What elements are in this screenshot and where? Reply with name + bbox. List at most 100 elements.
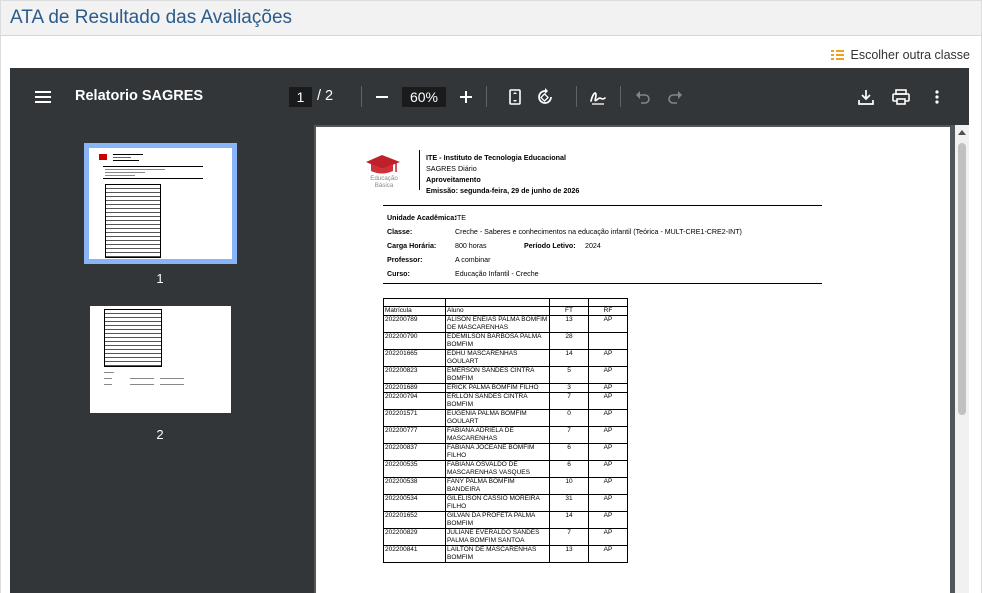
choose-class-label: Escolher outra classe: [850, 48, 970, 62]
list-icon: [831, 50, 845, 60]
download-button[interactable]: [855, 86, 877, 108]
table-row: 202200837 FABIANA JOCEANE BOMFIM FILHO 6 AP: [383, 443, 628, 461]
cell-rf: AP: [588, 315, 628, 333]
annotate-button[interactable]: [587, 86, 609, 108]
cell-matricula: 202200790: [383, 332, 446, 350]
zoom-in-button[interactable]: [456, 86, 476, 108]
cell-matricula: 202201652: [383, 511, 446, 529]
table-spacer-row: [383, 298, 628, 307]
cell-rf: AP: [588, 366, 628, 384]
table-row: 202200777 FABIANA ADRIELA DE MASCARENHAS 7…: [383, 426, 628, 444]
period-label: Período Letivo:: [524, 242, 576, 250]
cell-aluno: ERLLON SANDES CINTRA BOMFIM: [445, 392, 550, 410]
fit-page-button[interactable]: [504, 86, 526, 108]
vertical-scrollbar[interactable]: [955, 125, 969, 593]
scroll-thumb[interactable]: [958, 143, 966, 415]
logo-text: Educação Básica: [370, 175, 398, 189]
page-header: ATA de Resultado das Avaliações: [0, 0, 982, 36]
table-row: 202200823 EMERSON SANDES CINTRA BOMFIM 5 AP: [383, 366, 628, 384]
table-row: 202200790 EDEMILSON BARBOSA PALMA BOMFIM 2…: [383, 332, 628, 350]
document-title: Relatorio SAGRES: [75, 88, 204, 104]
page-title: ATA de Resultado das Avaliações: [10, 7, 293, 28]
cell-rf: AP: [588, 511, 628, 529]
cell-matricula: 202201689: [383, 383, 446, 393]
cell-rf: AP: [588, 392, 628, 410]
pdf-system: SAGRES Diário: [426, 164, 477, 173]
menu-icon: [35, 91, 51, 103]
table-row: 202200535 FABIANA OSVALDO DE MASCARENHAS …: [383, 460, 628, 478]
thumbnail-sidebar: 1 2: [10, 125, 314, 593]
more-vert-icon: [935, 90, 939, 104]
cell-aluno: ERICK PALMA BOMFIM FILHO: [445, 383, 550, 393]
table-row: 202201665 EDHU MASCARENHAS GOULART 14 AP: [383, 349, 628, 367]
pdf-viewer: Relatorio SAGRES 1 / 2 60% 1 2 Educação …: [10, 68, 969, 593]
menu-button[interactable]: [32, 86, 54, 108]
print-button[interactable]: [890, 86, 912, 108]
cell-aluno: FANY PALMA BOMFIM BANDEIRA: [445, 477, 550, 495]
scroll-up-arrow-icon[interactable]: [958, 130, 966, 135]
table-header-row: Matrícula Aluno FT RF: [383, 306, 628, 316]
table-row: 202200789 ALISON ENEIAS PALMA BOMFIM DE M…: [383, 315, 628, 333]
fit-page-icon: [509, 89, 521, 105]
undo-button[interactable]: [632, 86, 654, 108]
cell-ft: 14: [549, 349, 589, 367]
course-label: Curso:: [387, 270, 410, 278]
cell-aluno: FABIANA OSVALDO DE MASCARENHAS VASQUES: [445, 460, 550, 478]
zoom-input[interactable]: 60%: [402, 87, 446, 107]
cell-ft: 7: [549, 392, 589, 410]
redo-button[interactable]: [664, 86, 686, 108]
cell-aluno: FABIANA ADRIELA DE MASCARENHAS: [445, 426, 550, 444]
table-row: 202200841 LAILTON DE MASCARENHAS BOMFIM 13…: [383, 545, 628, 563]
pdf-page: Educação Básica ITE - Instituto de Tecno…: [316, 127, 950, 593]
redo-icon: [668, 91, 682, 104]
hours-value: 800 horas: [455, 242, 487, 250]
cell-rf: AP: [588, 460, 628, 478]
viewer-toolbar: Relatorio SAGRES 1 / 2 60%: [10, 68, 969, 125]
page-number-input[interactable]: 1: [289, 87, 312, 107]
unit-value: ITE: [455, 214, 467, 222]
unit-label: Unidade Acadêmica:: [387, 214, 457, 222]
table-row: 202201571 EUGENIA PALMA BOMFIM GOULART 0 AP: [383, 409, 628, 427]
cell-rf: AP: [588, 477, 628, 495]
cell-ft: 6: [549, 460, 589, 478]
class-label: Classe:: [387, 228, 413, 236]
cell-aluno: EDHU MASCARENHAS GOULART: [445, 349, 550, 367]
cell-rf: [588, 332, 628, 350]
cell-matricula: 202200837: [383, 443, 446, 461]
cell-matricula: 202200823: [383, 366, 446, 384]
cell-ft: 3: [549, 383, 589, 393]
cell-ft: 5: [549, 366, 589, 384]
rotate-icon: [538, 88, 552, 104]
toolbar-divider: [620, 86, 621, 107]
document-area: Educação Básica ITE - Instituto de Tecno…: [314, 125, 969, 593]
table-row: 202201689 ERICK PALMA BOMFIM FILHO 3 AP: [383, 383, 628, 393]
grades-table: Matrícula Aluno FT RF 202200789 ALISON EN…: [383, 298, 628, 563]
pdf-separator: [383, 205, 822, 206]
thumbnail-page-1[interactable]: [84, 143, 237, 264]
cell-aluno: GILVAN DA PROFETA PALMA BOMFIM: [445, 511, 550, 529]
cell-aluno: EMERSON SANDES CINTRA BOMFIM: [445, 366, 550, 384]
more-options-button[interactable]: [926, 86, 948, 108]
rotate-button[interactable]: [534, 86, 556, 108]
cell-ft: 0: [549, 409, 589, 427]
thumbnail-page-2[interactable]: [90, 306, 231, 413]
cell-matricula: 202200777: [383, 426, 446, 444]
cell-ft: 31: [549, 494, 589, 512]
download-icon: [858, 90, 874, 105]
choose-class-link[interactable]: Escolher outra classe: [831, 48, 970, 62]
cell-ft: 6: [549, 443, 589, 461]
cell-rf: AP: [588, 409, 628, 427]
cell-aluno: GILELISON CÁSSIO MOREIRA FILHO: [445, 494, 550, 512]
cell-ft: 7: [549, 426, 589, 444]
zoom-out-button[interactable]: [372, 86, 392, 108]
pdf-institute: ITE - Instituto de Tecnologia Educaciona…: [426, 153, 567, 162]
cell-matricula: 202200538: [383, 477, 446, 495]
teacher-label: Professor:: [387, 256, 423, 264]
col-header-aluno: Aluno: [445, 306, 550, 316]
teacher-value: A combinar: [455, 256, 491, 264]
cell-ft: 7: [549, 528, 589, 546]
cell-rf: AP: [588, 426, 628, 444]
cell-ft: 10: [549, 477, 589, 495]
undo-icon: [636, 91, 650, 104]
cell-matricula: 202200535: [383, 460, 446, 478]
